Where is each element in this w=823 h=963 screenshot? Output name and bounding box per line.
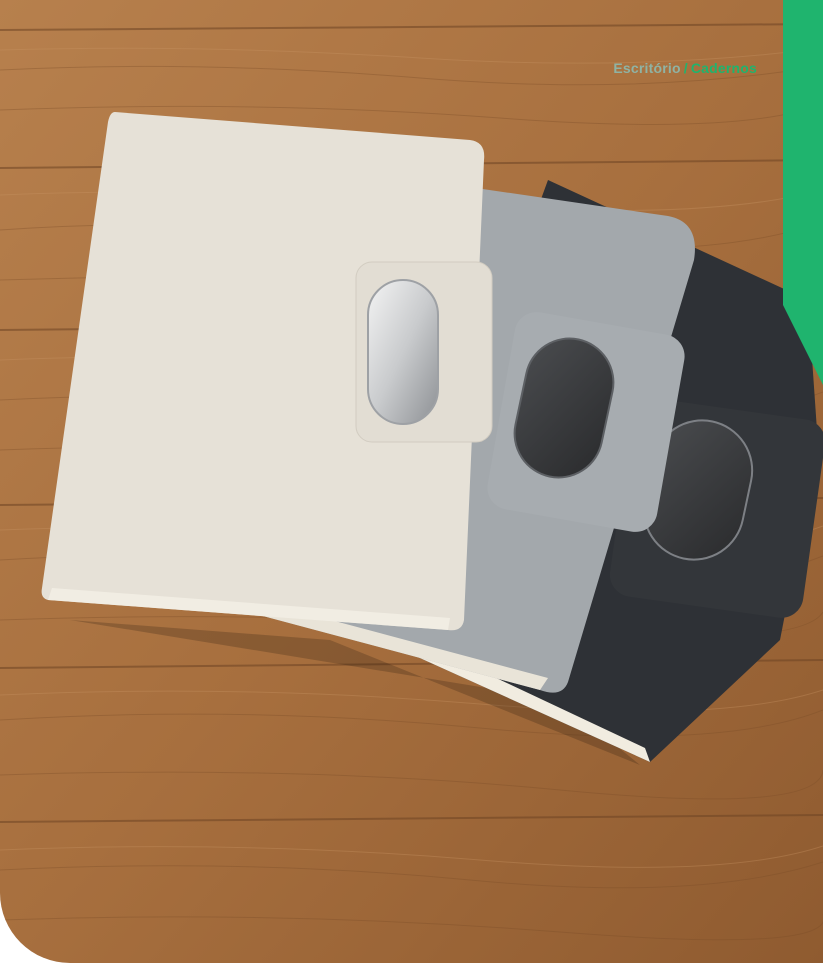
- notebook-cream: [41, 112, 493, 631]
- plate-cream: [367, 279, 439, 425]
- product-photo: [0, 0, 823, 963]
- breadcrumb: Escritório / Cadernos: [613, 60, 757, 76]
- breadcrumb-current: Cadernos: [690, 60, 757, 76]
- accent-tab: [783, 0, 823, 385]
- breadcrumb-separator: /: [683, 60, 688, 76]
- breadcrumb-parent[interactable]: Escritório: [613, 60, 680, 76]
